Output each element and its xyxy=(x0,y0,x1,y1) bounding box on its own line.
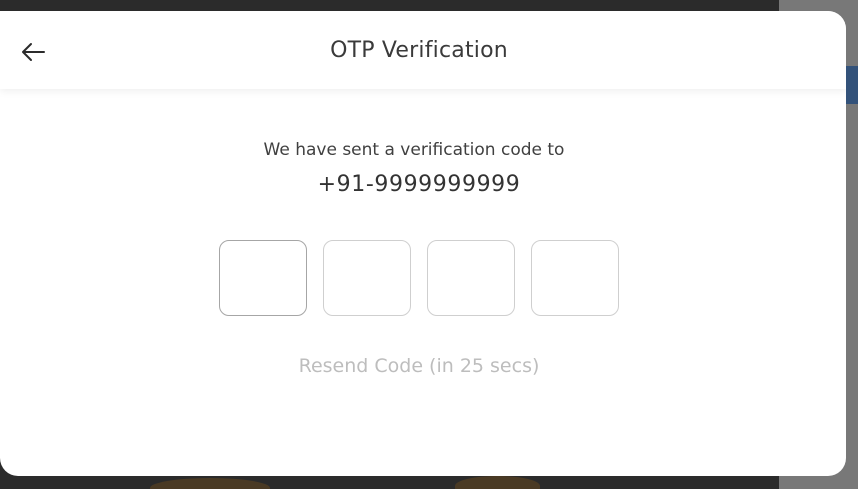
otp-digit-2-input[interactable] xyxy=(323,240,411,316)
background-image-fragment xyxy=(455,476,540,489)
phone-number: +91-9999999999 xyxy=(317,172,521,197)
background-image-fragment xyxy=(846,66,858,104)
verification-info-text: We have sent a verification code to xyxy=(263,140,565,160)
otp-digit-4-input[interactable] xyxy=(531,240,619,316)
resend-code-link[interactable]: Resend Code (in 25 secs) xyxy=(0,351,838,381)
modal-header: OTP Verification xyxy=(0,11,846,89)
modal-title: OTP Verification xyxy=(330,38,508,63)
otp-digit-1-input[interactable] xyxy=(219,240,307,316)
otp-verification-modal: OTP Verification We have sent a verifica… xyxy=(0,11,846,476)
otp-digit-3-input[interactable] xyxy=(427,240,515,316)
